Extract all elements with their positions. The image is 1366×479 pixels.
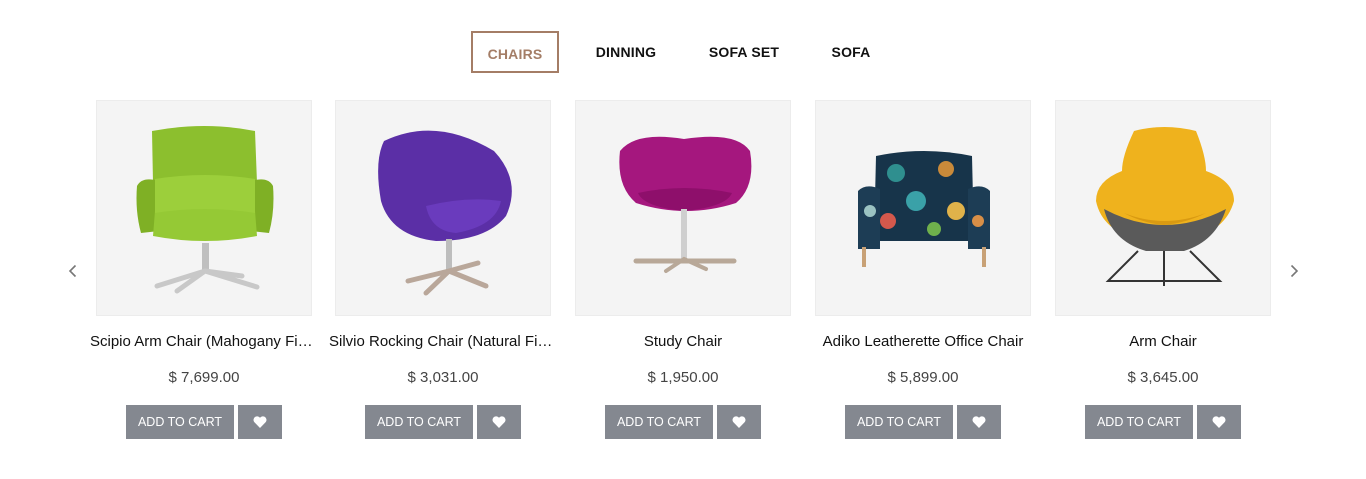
heart-icon <box>1212 416 1226 428</box>
product-image[interactable] <box>575 100 791 316</box>
product-price: $ 3,645.00 <box>1127 369 1199 386</box>
product-price: $ 7,699.00 <box>168 369 240 386</box>
wishlist-button[interactable] <box>1197 405 1241 439</box>
product-name[interactable]: Silvio Rocking Chair (Natural Finish) <box>329 333 557 350</box>
add-to-cart-button[interactable]: ADD TO CART <box>845 405 953 439</box>
chevron-right-icon <box>1290 264 1299 278</box>
product-image[interactable] <box>96 100 312 316</box>
product-image[interactable] <box>815 100 1031 316</box>
product-card: Study Chair $ 1,950.00 ADD TO CART <box>575 100 791 440</box>
product-card: Arm Chair $ 3,645.00 ADD TO CART <box>1055 100 1271 440</box>
heart-icon <box>492 416 506 428</box>
product-name[interactable]: Arm Chair <box>1049 333 1277 350</box>
heart-icon <box>972 416 986 428</box>
floral-armchair-image <box>858 151 990 267</box>
add-to-cart-button[interactable]: ADD TO CART <box>365 405 473 439</box>
green-arm-chair-image <box>136 126 274 294</box>
product-name[interactable]: Adiko Leatherette Office Chair <box>809 333 1037 350</box>
wishlist-button[interactable] <box>477 405 521 439</box>
product-image[interactable] <box>1055 100 1271 316</box>
product-image[interactable] <box>335 100 551 316</box>
product-price: $ 1,950.00 <box>647 369 719 386</box>
yellow-lounge-chair-image <box>1096 127 1234 286</box>
add-to-cart-button[interactable]: ADD TO CART <box>605 405 713 439</box>
tab-sofa[interactable]: SOFA <box>816 31 886 73</box>
wishlist-button[interactable] <box>957 405 1001 439</box>
product-price: $ 5,899.00 <box>887 369 959 386</box>
carousel-next-button[interactable] <box>1282 259 1306 283</box>
product-card: Scipio Arm Chair (Mahogany Finish) $ 7,6… <box>90 100 318 440</box>
magenta-swivel-chair-image <box>619 136 752 273</box>
product-card: Silvio Rocking Chair (Natural Finish) $ … <box>329 100 557 440</box>
add-to-cart-button[interactable]: ADD TO CART <box>126 405 234 439</box>
product-name[interactable]: Scipio Arm Chair (Mahogany Finish) <box>90 333 318 350</box>
heart-icon <box>732 416 746 428</box>
wishlist-button[interactable] <box>238 405 282 439</box>
carousel-prev-button[interactable] <box>61 259 85 283</box>
purple-egg-chair-image <box>378 130 512 296</box>
product-name[interactable]: Study Chair <box>569 333 797 350</box>
product-price: $ 3,031.00 <box>407 369 479 386</box>
wishlist-button[interactable] <box>717 405 761 439</box>
tab-sofa-set[interactable]: SOFA SET <box>693 31 795 73</box>
product-card: Adiko Leatherette Office Chair $ 5,899.0… <box>815 100 1031 440</box>
tab-chairs[interactable]: CHAIRS <box>471 31 559 73</box>
chevron-left-icon <box>68 264 77 278</box>
heart-icon <box>253 416 267 428</box>
add-to-cart-button[interactable]: ADD TO CART <box>1085 405 1193 439</box>
category-tabs: CHAIRS DINNING SOFA SET SOFA <box>0 31 1366 73</box>
tab-dinning[interactable]: DINNING <box>580 31 672 73</box>
